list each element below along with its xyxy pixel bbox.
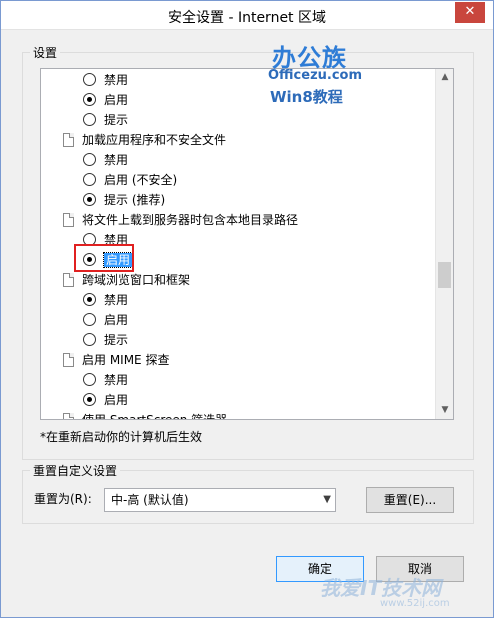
- radio-option-label: 启用: [104, 93, 129, 107]
- radio-option-label: 启用: [104, 393, 129, 407]
- window-title: 安全设置 - Internet 区域: [168, 10, 326, 26]
- chevron-down-icon: ▼: [323, 494, 331, 505]
- watermark-main-text: 我爱IT技术网: [320, 576, 442, 600]
- radio-option[interactable]: 禁用: [83, 370, 128, 390]
- radio-option[interactable]: 禁用: [83, 290, 128, 310]
- reset-to-label: 重置为(R):: [34, 492, 92, 506]
- radio-checked-icon[interactable]: [83, 193, 96, 206]
- radio-checked-icon[interactable]: [83, 293, 96, 306]
- document-icon: [63, 213, 74, 227]
- setting-category-label: 加载应用程序和不安全文件: [82, 133, 227, 147]
- radio-unchecked-icon[interactable]: [83, 313, 96, 326]
- setting-category-label: 跨域浏览窗口和框架: [82, 273, 191, 287]
- radio-option-label: 禁用: [104, 293, 129, 307]
- radio-unchecked-icon[interactable]: [83, 153, 96, 166]
- settings-group-label: 设置: [30, 44, 61, 61]
- radio-option[interactable]: 禁用: [83, 150, 128, 170]
- radio-option-label: 提示: [104, 333, 129, 347]
- radio-option-label: 提示: [104, 113, 129, 127]
- setting-category: 使用 SmartScreen 筛选器: [63, 410, 227, 419]
- watermark-url-text: www.52ij.com: [380, 598, 450, 609]
- radio-unchecked-icon[interactable]: [83, 333, 96, 346]
- site-watermark: 我爱IT技术网 www.52ij.com: [290, 566, 490, 616]
- radio-checked-icon[interactable]: [83, 393, 96, 406]
- radio-option-label: 禁用: [104, 373, 129, 387]
- radio-unchecked-icon[interactable]: [83, 73, 96, 86]
- radio-option-label: 提示 (推荐): [104, 193, 166, 207]
- scroll-thumb[interactable]: [438, 262, 451, 288]
- setting-category: 加载应用程序和不安全文件: [63, 130, 226, 150]
- setting-category-label: 将文件上载到服务器时包含本地目录路径: [82, 213, 299, 227]
- close-button[interactable]: ✕: [455, 2, 485, 23]
- radio-option[interactable]: 禁用: [83, 70, 128, 90]
- title-bar[interactable]: 安全设置 - Internet 区域 ✕: [1, 1, 493, 30]
- radio-option[interactable]: 提示: [83, 110, 128, 130]
- setting-category: 将文件上载到服务器时包含本地目录路径: [63, 210, 298, 230]
- reset-group-label: 重置自定义设置: [30, 462, 121, 479]
- radio-option[interactable]: 启用: [83, 90, 128, 110]
- setting-category: 启用 MIME 探查: [63, 350, 169, 370]
- logo-sub-text: Win8教程: [270, 88, 343, 106]
- scroll-down-icon[interactable]: ▼: [436, 402, 453, 419]
- security-level-select[interactable]: 中-高 (默认值) ▼: [104, 488, 336, 512]
- setting-category: 跨域浏览窗口和框架: [63, 270, 190, 290]
- document-icon: [63, 413, 74, 419]
- logo-url-text: Officezu.com: [268, 68, 363, 83]
- radio-checked-icon[interactable]: [83, 93, 96, 106]
- highlight-annotation: [74, 244, 134, 272]
- setting-category-label: 启用 MIME 探查: [82, 353, 170, 367]
- officezu-logo: 办公族 Officezu.com Win8教程: [268, 38, 364, 110]
- radio-option-label: 禁用: [104, 153, 129, 167]
- document-icon: [63, 133, 74, 147]
- reset-button[interactable]: 重置(E)...: [366, 487, 454, 513]
- vertical-scrollbar[interactable]: ▲ ▼: [435, 69, 453, 419]
- radio-unchecked-icon[interactable]: [83, 113, 96, 126]
- setting-category-label: 使用 SmartScreen 筛选器: [82, 413, 227, 419]
- radio-option[interactable]: 启用 (不安全): [83, 170, 177, 190]
- radio-unchecked-icon[interactable]: [83, 173, 96, 186]
- scroll-up-icon[interactable]: ▲: [436, 69, 453, 86]
- document-icon: [63, 273, 74, 287]
- document-icon: [63, 353, 74, 367]
- radio-unchecked-icon[interactable]: [83, 373, 96, 386]
- radio-option[interactable]: 提示: [83, 330, 128, 350]
- radio-option[interactable]: 提示 (推荐): [83, 190, 165, 210]
- radio-option[interactable]: 启用: [83, 390, 128, 410]
- radio-option[interactable]: 启用: [83, 310, 128, 330]
- restart-note: *在重新启动你的计算机后生效: [40, 430, 203, 444]
- radio-option-label: 启用 (不安全): [104, 173, 178, 187]
- security-level-value: 中-高 (默认值): [111, 493, 189, 507]
- radio-option-label: 禁用: [104, 73, 129, 87]
- radio-option-label: 启用: [104, 313, 129, 327]
